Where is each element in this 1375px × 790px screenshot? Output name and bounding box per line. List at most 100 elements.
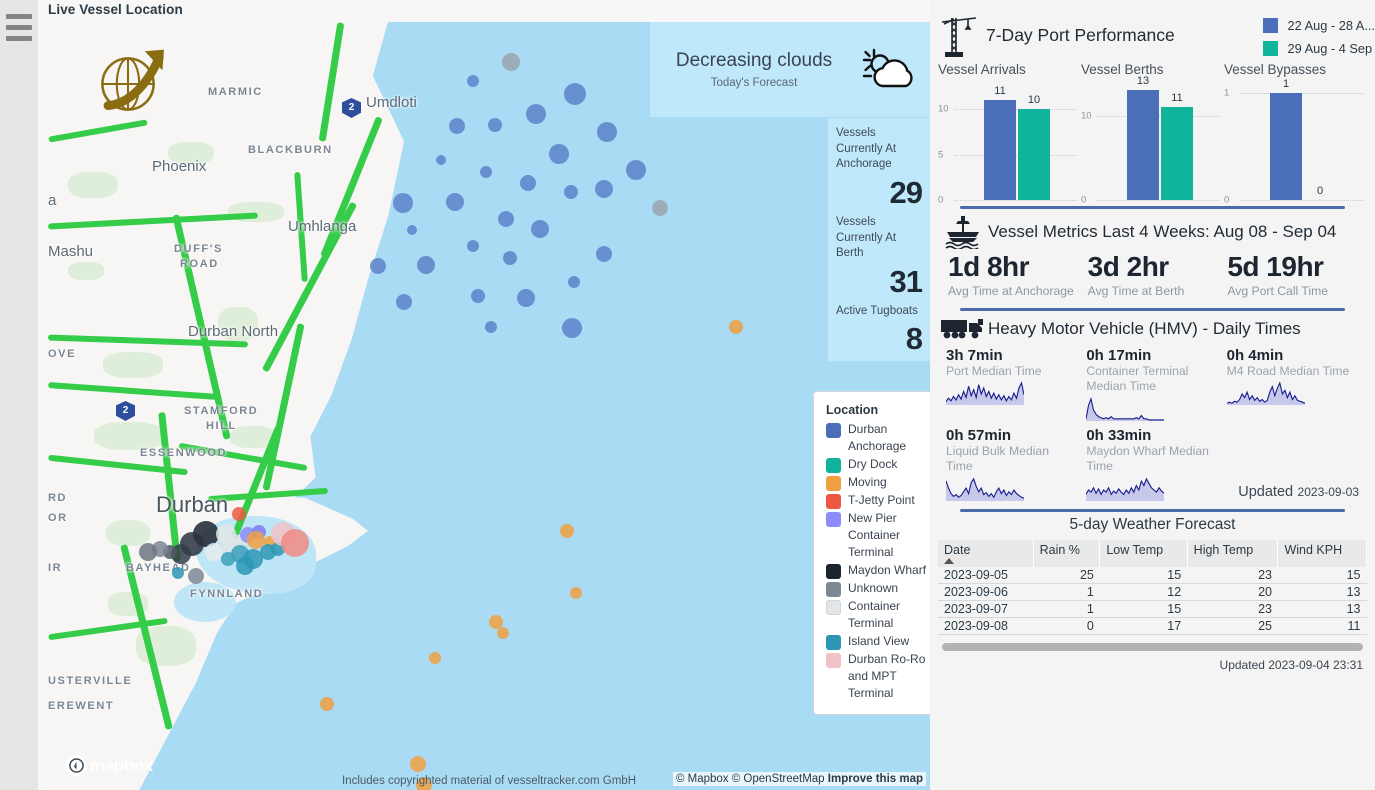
vessel-marker[interactable] <box>417 256 435 274</box>
vessel-marker[interactable] <box>517 289 535 307</box>
map-legend-item[interactable]: T-Jetty Point <box>826 492 930 510</box>
vessel-marker[interactable] <box>531 220 549 238</box>
mapbox-logo[interactable]: mapbox <box>66 755 153 776</box>
vessel-marker[interactable] <box>446 193 464 211</box>
chart-bar[interactable]: 1 <box>1270 78 1302 200</box>
table-cell: 15 <box>1277 566 1367 584</box>
vessel-marker[interactable] <box>520 175 536 191</box>
table-horizontal-scrollbar[interactable] <box>942 642 1363 651</box>
map-legend-label: Durban Ro-Ro and MPT Terminal <box>848 652 926 701</box>
map-legend-swatch <box>826 458 841 474</box>
vessel-marker[interactable] <box>139 543 157 561</box>
map-legend-item[interactable]: Durban Ro-Ro and MPT Terminal <box>826 651 930 702</box>
map-legend-label: Container Terminal <box>848 599 901 631</box>
table-row[interactable]: 2023-09-06 1 12 20 13 <box>938 583 1367 601</box>
vessel-marker[interactable] <box>503 251 517 265</box>
table-header-row[interactable]: Date Rain % Low Temp High Temp Wind KPH <box>938 539 1367 567</box>
table-column-header[interactable]: High Temp <box>1187 539 1279 567</box>
map-legend-label: T-Jetty Point <box>848 493 915 508</box>
vessel-marker[interactable] <box>502 53 520 71</box>
vessel-marker[interactable] <box>488 118 502 132</box>
table-row[interactable]: 2023-09-08 0 17 25 11 <box>938 617 1367 635</box>
legend-item-week2[interactable]: 29 Aug - 4 Sep <box>1263 41 1375 56</box>
vessel-marker[interactable] <box>436 155 446 165</box>
vessel-marker[interactable] <box>562 318 582 338</box>
vessel-marker[interactable] <box>626 160 646 180</box>
vessel-marker[interactable] <box>568 276 580 288</box>
table-row[interactable]: 2023-09-05 25 15 23 15 <box>938 566 1367 584</box>
map-label: OVE <box>48 348 77 360</box>
map-legend-item[interactable]: Island View <box>826 633 930 651</box>
menu-hamburger-icon[interactable] <box>6 14 32 41</box>
vessel-marker[interactable] <box>449 118 465 134</box>
vessel-marker[interactable] <box>549 144 569 164</box>
vessel-marker[interactable] <box>729 320 743 334</box>
metric-port-call: 5d 19hr Avg Port Call Time <box>1227 251 1367 298</box>
map-legend-item[interactable]: New Pier Container Terminal <box>826 510 930 561</box>
weather-forecast-title: 5-day Weather Forecast <box>1069 515 1236 533</box>
map-legend-label: Maydon Wharf <box>848 563 927 578</box>
map-label: HILL <box>206 420 237 432</box>
hmv-metric-label: M4 Road Median Time <box>1226 364 1350 378</box>
vessel-marker[interactable] <box>597 122 617 142</box>
vessel-marker[interactable] <box>485 321 497 333</box>
vessel-marker[interactable] <box>498 211 514 227</box>
vessel-marker[interactable] <box>596 246 612 262</box>
vessel-marker[interactable] <box>497 627 509 639</box>
table-row[interactable]: 2023-09-07 1 15 23 13 <box>938 600 1367 618</box>
vessel-marker[interactable] <box>221 552 235 566</box>
metric-label: Avg Port Call Time <box>1227 284 1329 298</box>
vessel-marker[interactable] <box>467 75 479 87</box>
hmv-sparkline <box>1085 396 1216 423</box>
vessel-marker[interactable] <box>560 524 574 538</box>
vessel-marker[interactable] <box>595 180 613 198</box>
vessel-marker[interactable] <box>564 185 578 199</box>
chart-bar[interactable]: 11 <box>1161 92 1193 200</box>
vessel-marker[interactable] <box>652 200 668 216</box>
vessel-marker[interactable] <box>188 568 204 584</box>
vessel-marker[interactable] <box>281 529 309 557</box>
map-legend-item[interactable]: Durban Anchorage <box>826 421 930 455</box>
table-column-header[interactable]: Rain % <box>1033 539 1101 567</box>
improve-map-link[interactable]: Improve this map <box>828 773 923 785</box>
chart-bar[interactable]: 10 <box>1018 94 1050 200</box>
port-performance-legend[interactable]: 22 Aug - 28 A... 29 Aug - 4 Sep <box>1263 18 1375 64</box>
vessel-marker[interactable] <box>467 240 479 252</box>
chart-gridline <box>1097 200 1220 201</box>
vessel-marker[interactable] <box>526 104 546 124</box>
map-legend-item[interactable]: Container Terminal <box>826 598 930 632</box>
vessel-marker[interactable] <box>370 258 386 274</box>
vessel-marker[interactable] <box>429 652 441 664</box>
map-label: IR <box>48 562 63 574</box>
vessel-marker[interactable] <box>564 83 586 105</box>
vessel-marker[interactable] <box>396 294 412 310</box>
vessel-marker[interactable] <box>393 193 413 213</box>
table-column-header[interactable]: Low Temp <box>1099 539 1188 567</box>
map-attribution[interactable]: © Mapbox © OpenStreetMap Improve this ma… <box>672 772 926 786</box>
chart-bar[interactable]: 13 <box>1127 75 1159 200</box>
table-cell: 2023-09-05 <box>938 566 1034 584</box>
map-legend-item[interactable]: Dry Dock <box>826 456 930 474</box>
vessel-marker[interactable] <box>172 567 184 579</box>
table-column-header[interactable]: Date <box>938 539 1034 567</box>
vessel-marker[interactable] <box>480 166 492 178</box>
vessel-marker[interactable] <box>570 587 582 599</box>
chart-bar-value: 11 <box>994 85 1006 98</box>
vessel-marker[interactable] <box>232 507 246 521</box>
table-column-header[interactable]: Wind KPH <box>1277 539 1367 567</box>
vessel-marker[interactable] <box>471 289 485 303</box>
map-legend-item[interactable]: Moving <box>826 474 930 492</box>
map-canvas[interactable]: MARMIC BLACKBURN Phoenix Umdloti Umhlanga a Ma… <box>48 22 930 790</box>
map-legend-item[interactable]: Unknown <box>826 580 930 598</box>
map-legend[interactable]: Location Durban Anchorage Dry Dock Moving T… <box>813 391 930 715</box>
vessel-marker[interactable] <box>407 225 417 235</box>
weather-forecast-table[interactable]: Date Rain % Low Temp High Temp Wind KPH 2023… <box>938 539 1367 635</box>
chart-bar[interactable]: 11 <box>984 85 1016 200</box>
vessel-marker[interactable] <box>320 697 334 711</box>
legend-item-week1[interactable]: 22 Aug - 28 A... <box>1263 18 1375 33</box>
table-cell: 15 <box>1099 600 1188 618</box>
vessel-marker[interactable] <box>236 557 254 575</box>
map-legend-item[interactable]: Maydon Wharf <box>826 562 930 580</box>
map-legend-swatch <box>826 512 841 528</box>
vessel-marker[interactable] <box>410 756 426 772</box>
